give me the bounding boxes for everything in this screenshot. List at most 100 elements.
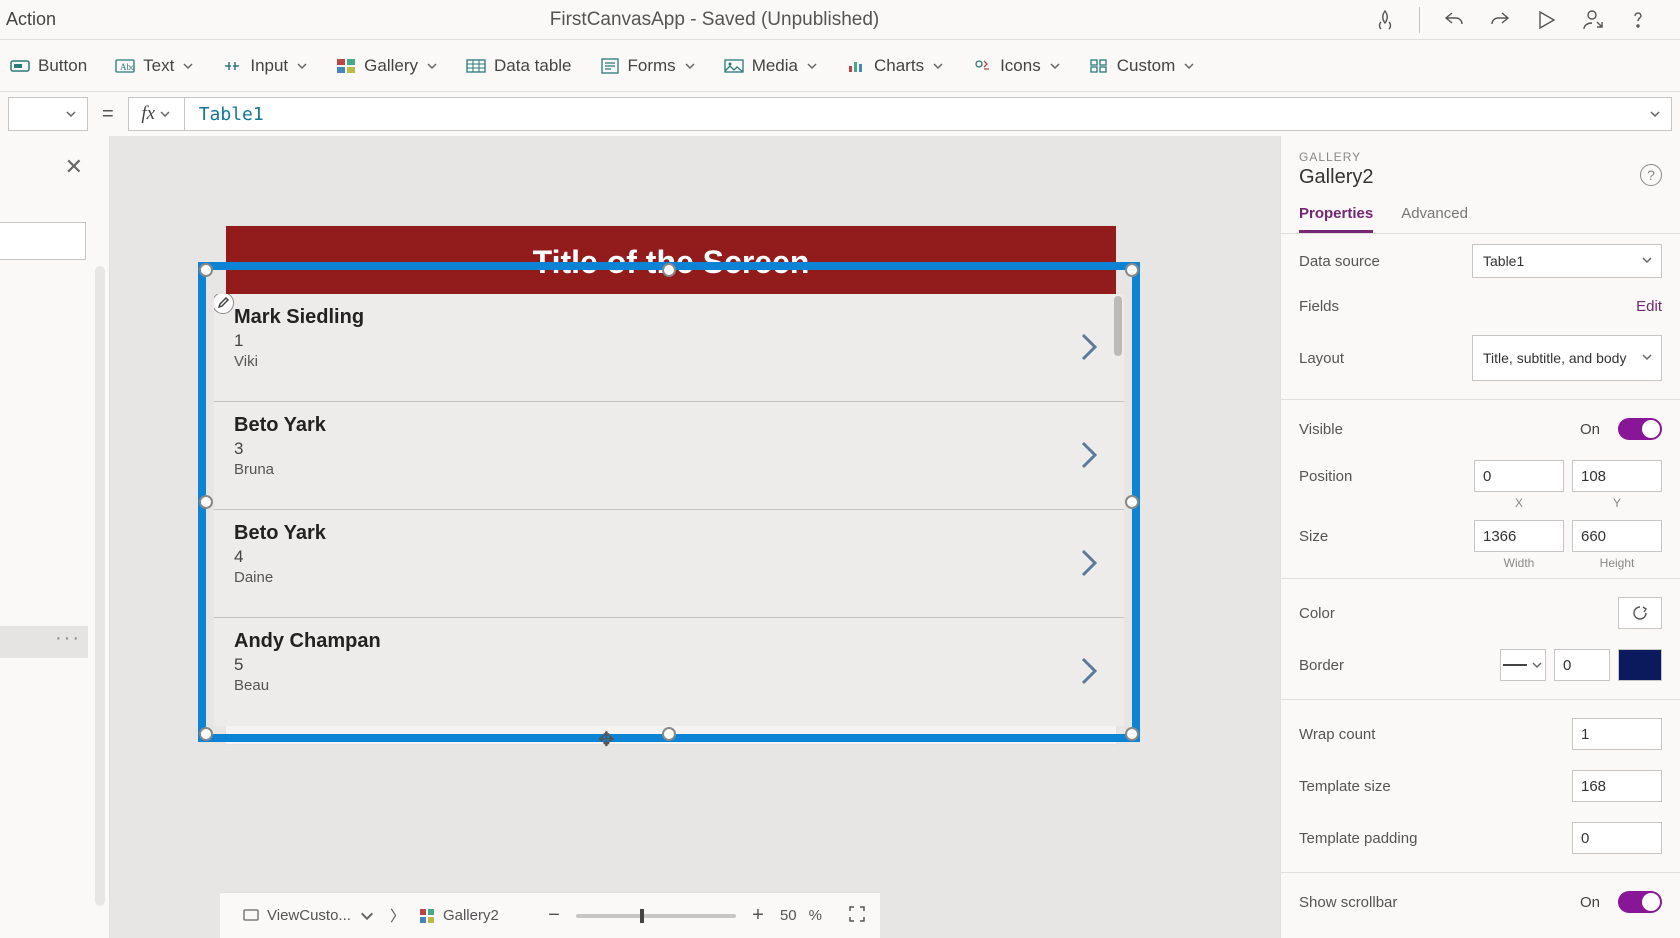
zoom-slider[interactable]	[576, 914, 736, 918]
resize-handle[interactable]	[1125, 495, 1139, 509]
prop-label-size: Size	[1299, 528, 1464, 545]
size-width-input[interactable]: 1366	[1474, 520, 1564, 552]
template-padding-input[interactable]: 0	[1572, 822, 1662, 854]
canvas[interactable]: Title of the Screen Mark Siedling 1 Viki…	[110, 136, 1280, 938]
insert-ribbon: Button Abc Text Input Gallery Data table…	[0, 40, 1680, 92]
border-color-swatch[interactable]	[1618, 649, 1662, 681]
edit-fields-link[interactable]: Edit	[1636, 298, 1662, 315]
resize-handle[interactable]	[1125, 263, 1139, 277]
insert-gallery[interactable]: Gallery	[336, 56, 438, 76]
screen-title-label: Title of the Screen	[226, 226, 1116, 298]
redo-icon[interactable]	[1488, 8, 1512, 32]
panel-help-icon[interactable]: ?	[1640, 164, 1662, 186]
prop-label-template-size: Template size	[1299, 778, 1562, 795]
breadcrumb-screen[interactable]: ViewCusto...	[234, 902, 384, 929]
media-icon	[724, 57, 744, 75]
menu-action[interactable]: Action	[0, 9, 56, 30]
zoom-value: 50	[780, 907, 797, 924]
properties-panel: GALLERY Gallery2 ? Properties Advanced D…	[1280, 136, 1680, 938]
prop-label-show-scrollbar: Show scrollbar	[1299, 894, 1570, 911]
insert-input[interactable]: Input	[222, 56, 308, 76]
icons-icon	[972, 57, 992, 75]
chevron-down-icon	[806, 60, 818, 72]
app-title: FirstCanvasApp - Saved (Unpublished)	[56, 9, 1373, 31]
data-table-icon	[466, 57, 486, 75]
template-size-input[interactable]: 168	[1572, 770, 1662, 802]
color-reset-button[interactable]	[1618, 597, 1662, 629]
zoom-in-button[interactable]: +	[748, 904, 768, 927]
value: 0	[1581, 830, 1589, 847]
value: 660	[1581, 528, 1606, 545]
border-style-dropdown[interactable]	[1500, 649, 1546, 681]
text-icon: Abc	[115, 57, 135, 75]
app-checker-icon[interactable]	[1373, 8, 1397, 32]
label: Media	[752, 56, 798, 76]
label: Gallery	[364, 56, 418, 76]
insert-data-table[interactable]: Data table	[466, 56, 572, 76]
tree-scrollbar[interactable]	[95, 266, 105, 906]
label: Icons	[1000, 56, 1041, 76]
insert-charts[interactable]: Charts	[846, 56, 944, 76]
breadcrumb-sep-icon: 〉	[390, 905, 405, 926]
tree-view-panel: ✕ ···	[0, 136, 110, 938]
chevron-down-icon	[932, 60, 944, 72]
wrap-count-input[interactable]: 1	[1572, 718, 1662, 750]
custom-icon	[1089, 57, 1109, 75]
insert-custom[interactable]: Custom	[1089, 56, 1196, 76]
more-icon[interactable]: ···	[55, 627, 81, 650]
resize-handle[interactable]	[199, 495, 213, 509]
show-scrollbar-toggle[interactable]	[1618, 891, 1662, 913]
resize-handle[interactable]	[1125, 727, 1139, 741]
resize-handle[interactable]	[662, 727, 676, 741]
gallery-icon	[336, 57, 356, 75]
tab-properties[interactable]: Properties	[1299, 205, 1373, 233]
layout-dropdown[interactable]: Title, subtitle, and body	[1472, 335, 1662, 381]
visible-toggle[interactable]	[1618, 418, 1662, 440]
position-y-input[interactable]: 108	[1572, 460, 1662, 492]
forms-icon	[600, 57, 620, 75]
label: Charts	[874, 56, 924, 76]
formula-input[interactable]: Table1	[184, 97, 1672, 131]
undo-icon[interactable]	[1442, 8, 1466, 32]
breadcrumb-control[interactable]: Gallery2	[411, 903, 507, 928]
border-width-input[interactable]: 0	[1554, 649, 1610, 681]
value: 1366	[1483, 528, 1516, 545]
data-source-dropdown[interactable]: Table1	[1472, 244, 1662, 278]
toggle-state-label: On	[1580, 421, 1600, 438]
insert-forms[interactable]: Forms	[600, 56, 696, 76]
expand-formula-icon[interactable]	[1649, 104, 1661, 125]
insert-icons[interactable]: Icons	[972, 56, 1061, 76]
prop-label-layout: Layout	[1299, 350, 1462, 367]
fx-button[interactable]: fx	[128, 97, 184, 131]
property-selector[interactable]	[8, 97, 88, 131]
tab-advanced[interactable]: Advanced	[1401, 205, 1468, 233]
axis-label-x: X	[1474, 496, 1564, 510]
tree-search-input[interactable]	[0, 222, 86, 260]
label: Gallery2	[443, 907, 499, 924]
screen-surface: Title of the Screen	[226, 226, 1116, 744]
resize-handle[interactable]	[199, 263, 213, 277]
insert-text[interactable]: Abc Text	[115, 56, 194, 76]
value: Title, subtitle, and body	[1483, 350, 1626, 367]
size-height-input[interactable]: 660	[1572, 520, 1662, 552]
chevron-down-icon	[1183, 60, 1195, 72]
prop-label-fields: Fields	[1299, 298, 1626, 315]
insert-media[interactable]: Media	[724, 56, 818, 76]
position-x-input[interactable]: 0	[1474, 460, 1564, 492]
chevron-down-icon	[182, 60, 194, 72]
close-icon[interactable]: ✕	[65, 154, 83, 180]
chevron-down-icon	[65, 108, 77, 120]
insert-button[interactable]: Button	[10, 56, 87, 76]
zoom-unit: %	[809, 907, 822, 924]
status-bar: ViewCusto... 〉 Gallery2 − + 50 %	[220, 892, 880, 938]
resize-handle[interactable]	[199, 727, 213, 741]
help-icon[interactable]	[1626, 8, 1650, 32]
svg-text:Abc: Abc	[120, 62, 135, 72]
zoom-out-button[interactable]: −	[544, 904, 564, 927]
fit-to-window-icon[interactable]	[848, 905, 866, 927]
prop-label-data-source: Data source	[1299, 253, 1462, 270]
resize-handle[interactable]	[662, 263, 676, 277]
chevron-down-icon	[684, 60, 696, 72]
share-icon[interactable]	[1580, 8, 1604, 32]
play-icon[interactable]	[1534, 8, 1558, 32]
